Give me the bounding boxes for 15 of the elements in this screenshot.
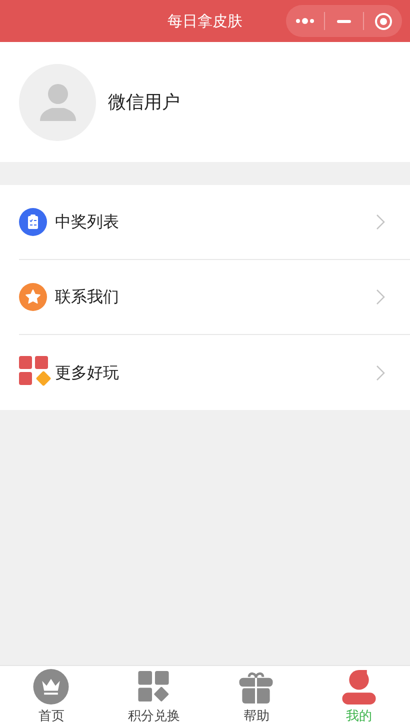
user-name: 微信用户 xyxy=(108,90,180,114)
clipboard-icon xyxy=(19,208,47,236)
menu-item[interactable]: 更多好玩 xyxy=(19,335,410,410)
tab-item[interactable]: 积分兑换 xyxy=(102,666,205,726)
crown-icon xyxy=(33,669,70,704)
apps-icon xyxy=(136,669,172,704)
person-icon xyxy=(340,669,377,704)
tab-item[interactable]: 帮助 xyxy=(205,666,308,726)
tab-item[interactable]: 首页 xyxy=(0,666,102,726)
chevron-icon xyxy=(376,364,385,380)
chevron-icon xyxy=(376,289,385,305)
menu-item[interactable]: 联系我们 xyxy=(19,260,410,335)
chevron-icon xyxy=(376,214,385,230)
menu-item[interactable]: 中奖列表 xyxy=(19,185,410,260)
page-title: 每日拿皮肤 xyxy=(168,10,242,32)
